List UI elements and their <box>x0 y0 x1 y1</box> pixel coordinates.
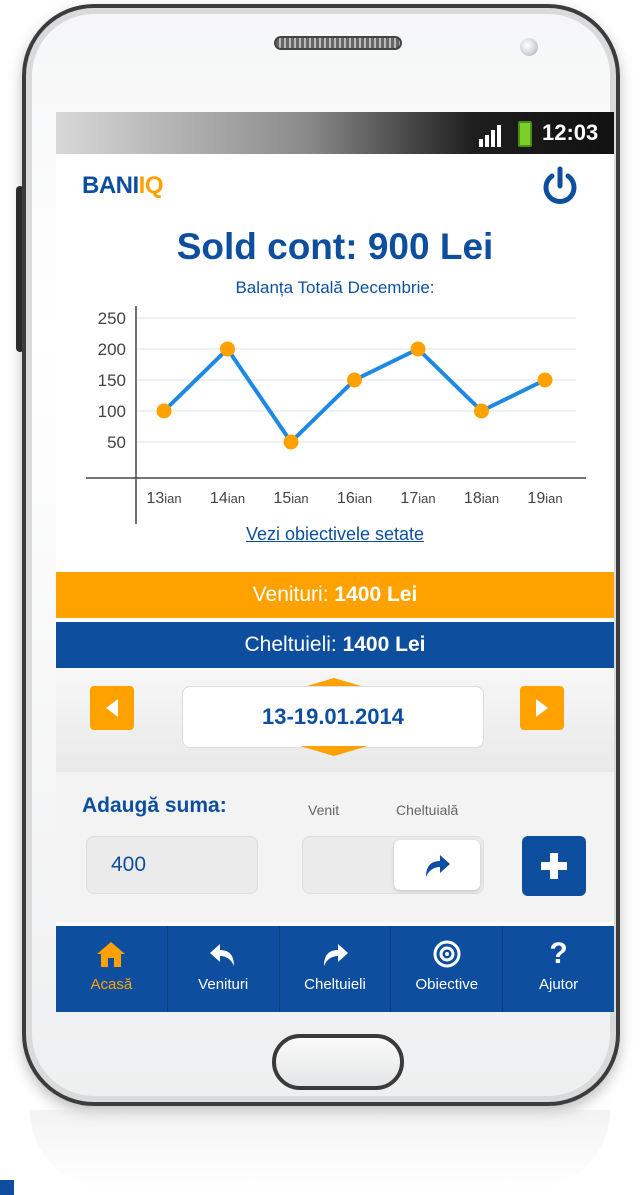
speaker-grille <box>274 36 402 50</box>
amount-input[interactable]: 400 <box>86 836 258 894</box>
tab-expenses-label: Cheltuieli <box>304 976 366 993</box>
add-amount-title: Adaugă suma: <box>82 794 227 817</box>
toggle-expense-label: Cheltuială <box>396 802 459 818</box>
tab-help[interactable]: ? Ajutor <box>503 926 614 1012</box>
income-arrow-icon <box>207 938 239 970</box>
income-label: Venituri: <box>252 583 329 606</box>
logo-suffix: IQ <box>138 172 164 199</box>
y-tick-label: 200 <box>98 340 126 359</box>
data-point <box>156 403 172 419</box>
y-tick-label: 250 <box>98 309 126 328</box>
x-tick-label: 16ian <box>337 490 372 507</box>
target-icon <box>431 938 463 970</box>
toggle-knob[interactable] <box>394 840 480 890</box>
tab-home[interactable]: Acasă <box>56 926 168 1012</box>
date-range-display[interactable]: 13-19.01.2014 <box>182 686 484 748</box>
expense-arrow-icon <box>426 855 450 877</box>
income-summary: Venituri: 1400 Lei <box>56 572 614 618</box>
tab-expenses[interactable]: Cheltuieli <box>280 926 392 1012</box>
data-point <box>537 372 553 388</box>
expense-summary: Cheltuieli: 1400 Lei <box>56 622 614 668</box>
balance-headline: Sold cont: 900 Lei <box>176 226 494 267</box>
plus-icon <box>541 853 567 879</box>
data-point <box>474 403 489 419</box>
arrow-right-icon <box>536 699 548 717</box>
data-point <box>347 372 362 388</box>
expense-value: 1400 Lei <box>342 633 426 656</box>
previous-period-button[interactable] <box>90 686 134 730</box>
tab-income-label: Venituri <box>198 976 249 993</box>
x-tick-label: 13ian <box>146 490 181 507</box>
y-tick-label: 150 <box>98 371 126 390</box>
date-arrow-down[interactable] <box>300 746 368 756</box>
tab-goals[interactable]: Obiective <box>391 926 504 1012</box>
balance-chart: 50 100 150 200 250 13ian 14ian 15ian 16ian 17ian 1… <box>86 306 586 524</box>
series-line <box>162 347 546 444</box>
data-point <box>220 341 235 357</box>
app-screen: 12:03 BANIIQ Sold cont: 900 Lei Balanța … <box>56 112 614 1012</box>
phone-reflection <box>30 1110 610 1190</box>
status-bar: 12:03 <box>56 112 614 154</box>
x-tick-label: 15ian <box>273 490 308 507</box>
arrow-left-icon <box>106 699 118 717</box>
x-tick-label: 14ian <box>210 490 245 507</box>
home-button[interactable] <box>272 1034 404 1090</box>
data-point <box>283 434 299 450</box>
tab-home-label: Acasă <box>90 976 133 993</box>
bottom-tab-bar: Acasă Venituri Cheltuieli Obiective ? Aj… <box>56 926 614 1012</box>
x-tick-label: 18ian <box>464 490 499 507</box>
next-period-button[interactable] <box>520 686 564 730</box>
battery-icon <box>518 121 532 147</box>
toggle-income-label: Venit <box>308 802 340 818</box>
balance-subtitle: Balanța Totală Decembrie: <box>235 278 435 297</box>
app-logo: BANIIQ <box>82 172 164 200</box>
y-tick-label: 100 <box>98 402 126 421</box>
x-tick-label: 19ian <box>527 490 562 507</box>
data-point <box>410 341 426 357</box>
expense-arrow-icon <box>319 938 351 970</box>
tab-help-label: Ajutor <box>538 976 579 993</box>
corner-mark <box>0 1180 14 1195</box>
add-amount-button[interactable] <box>522 836 586 896</box>
front-camera <box>520 38 538 56</box>
help-icon: ? <box>549 937 568 970</box>
status-clock: 12:03 <box>542 120 599 145</box>
x-tick-label: 17ian <box>400 490 435 507</box>
tab-goals-label: Obiective <box>415 976 479 993</box>
power-icon[interactable] <box>540 166 580 206</box>
income-value: 1400 Lei <box>334 583 418 606</box>
logo-text: BANI <box>82 172 139 199</box>
tab-income[interactable]: Venituri <box>168 926 280 1012</box>
expense-label: Cheltuieli: <box>244 633 337 656</box>
view-goals-link[interactable]: Vezi obiectivele setate <box>56 524 614 545</box>
home-icon <box>95 938 127 970</box>
y-tick-label: 50 <box>107 433 126 452</box>
signal-icon <box>479 125 501 147</box>
